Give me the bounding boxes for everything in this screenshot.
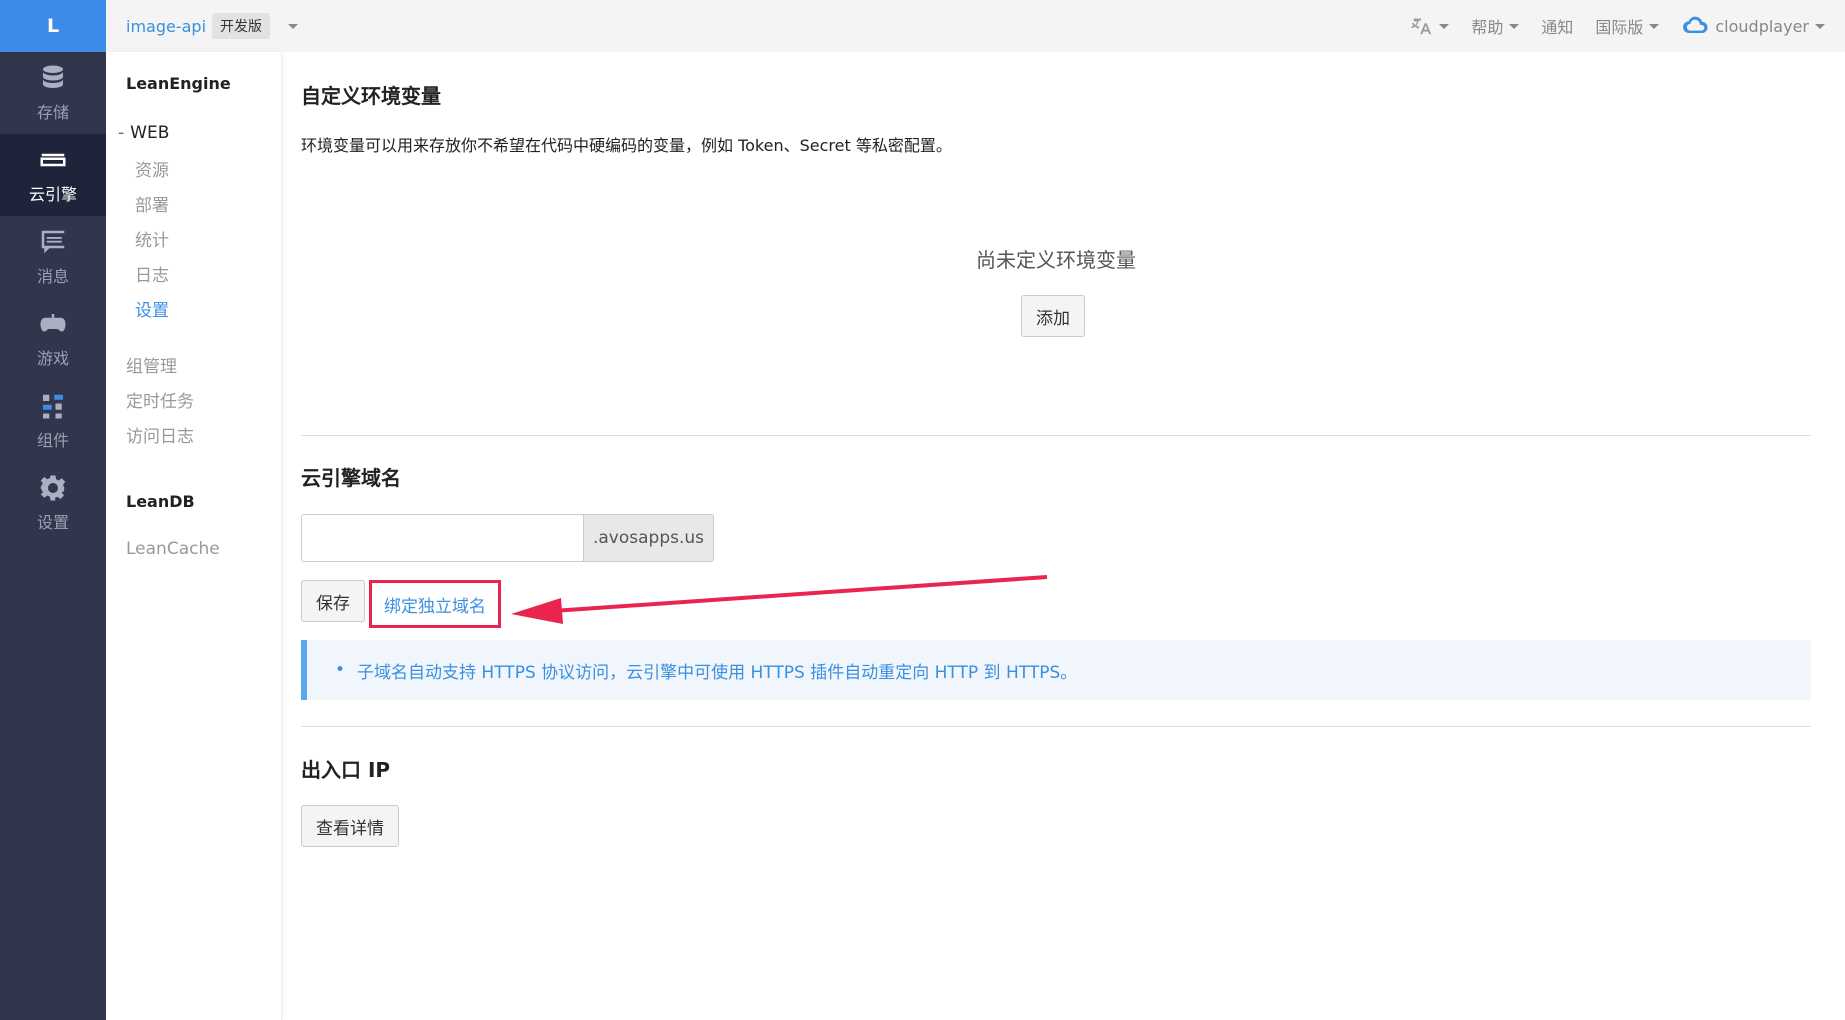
chevron-down-icon (1509, 23, 1520, 29)
rail-item-storage[interactable]: 存储 (0, 52, 106, 134)
region-label: 国际版 (1595, 18, 1644, 37)
subnav-section-leanengine: LeanEngine (126, 74, 231, 93)
notifications-link[interactable]: 通知 (1541, 14, 1573, 38)
env-empty-state: 尚未定义环境变量 (976, 248, 1136, 272)
subnav-group-label: WEB (130, 123, 170, 143)
bind-custom-domain-link[interactable]: 绑定独立域名 (369, 580, 501, 628)
top-bar: image-api 开发版 帮助 通知 国际版 cloudplayer (106, 0, 1845, 52)
database-icon (43, 65, 63, 88)
domain-input[interactable] (301, 514, 583, 562)
rail-item-games[interactable]: 游戏 (0, 298, 106, 380)
add-env-button[interactable]: 添加 (1021, 295, 1085, 337)
subnav-item-groups[interactable]: 组管理 (126, 352, 177, 377)
rail-item-label: 组件 (36, 431, 69, 450)
gear-icon (40, 475, 66, 501)
subnav-item-logs[interactable]: 日志 (135, 261, 169, 286)
subnav-item-deploy[interactable]: 部署 (135, 191, 169, 216)
help-label: 帮助 (1471, 18, 1504, 37)
subnav-item-settings[interactable]: 设置 (135, 296, 169, 321)
app-name[interactable]: image-api (126, 17, 206, 36)
rail-item-label: 存储 (36, 103, 69, 122)
save-button[interactable]: 保存 (301, 580, 365, 622)
app-rail: L 存储 云引擎 消息 游戏 组件 设置 (0, 0, 106, 1020)
app-logo[interactable]: L (0, 0, 106, 52)
chevron-down-icon (1649, 23, 1660, 29)
components-icon (43, 394, 63, 419)
domain-info-text: 子域名自动支持 HTTPS 协议访问，云引擎中可使用 HTTPS 插件自动重定向… (357, 662, 1078, 683)
subnav-group-web[interactable]: - WEB (118, 123, 169, 143)
env-section-title: 自定义环境变量 (301, 84, 441, 108)
subnav-item-access-logs[interactable]: 访问日志 (126, 422, 194, 447)
notifications-label: 通知 (1541, 18, 1574, 37)
user-name: cloudplayer (1715, 16, 1809, 36)
subnav-item-cron[interactable]: 定时任务 (126, 387, 194, 412)
region-menu[interactable]: 国际版 (1595, 14, 1660, 38)
chevron-down-icon (1439, 23, 1450, 29)
secondary-sidebar: LeanEngine - WEB 资源 部署 统计 日志 设置 组管理 定时任务 … (106, 52, 282, 1020)
domain-suffix: .avosapps.us (583, 514, 714, 562)
domain-input-group: .avosapps.us (301, 514, 714, 562)
translate-icon (1411, 18, 1432, 35)
gamepad-icon (40, 314, 66, 332)
domain-section-title: 云引擎域名 (301, 466, 401, 490)
subnav-item-leancache[interactable]: LeanCache (126, 539, 220, 559)
bind-custom-domain-label: 绑定独立域名 (384, 596, 486, 617)
rail-item-label: 云引擎 (28, 185, 77, 204)
rail-item-settings[interactable]: 设置 (0, 462, 106, 544)
section-divider (301, 726, 1811, 727)
rail-item-label: 游戏 (36, 349, 69, 368)
ip-section-title: 出入口 IP (301, 758, 391, 782)
annotation-arrow (511, 575, 1048, 624)
section-divider (301, 435, 1811, 436)
help-menu[interactable]: 帮助 (1471, 14, 1520, 38)
view-details-button[interactable]: 查看详情 (301, 805, 399, 847)
cloud-icon (1683, 16, 1708, 34)
chevron-down-icon[interactable] (288, 23, 299, 29)
subnav-section-leandb: LeanDB (126, 492, 195, 511)
rail-item-label: 消息 (36, 267, 69, 286)
rail-item-label: 设置 (36, 513, 69, 532)
subnav-item-stats[interactable]: 统计 (135, 226, 169, 251)
rail-item-components[interactable]: 组件 (0, 380, 106, 462)
chevron-down-icon (1815, 23, 1825, 29)
language-menu[interactable] (1411, 15, 1450, 37)
rail-item-messages[interactable]: 消息 (0, 216, 106, 298)
env-description: 环境变量可以用来存放你不希望在代码中硬编码的变量，例如 Token、Secret… (301, 136, 952, 155)
main-content: 自定义环境变量 环境变量可以用来存放你不希望在代码中硬编码的变量，例如 Toke… (301, 52, 1811, 1020)
bullet-icon: • (335, 660, 346, 680)
domain-info-alert: • 子域名自动支持 HTTPS 协议访问，云引擎中可使用 HTTPS 插件自动重… (301, 640, 1811, 700)
message-icon (41, 230, 65, 254)
user-menu[interactable]: cloudplayer (1681, 12, 1825, 40)
cloud-engine-icon (40, 153, 66, 167)
rail-item-cloud-engine[interactable]: 云引擎 (0, 134, 106, 216)
plan-badge: 开发版 (212, 13, 271, 39)
subnav-item-resources[interactable]: 资源 (135, 156, 169, 181)
app-switcher[interactable]: image-api 开发版 (126, 13, 299, 39)
